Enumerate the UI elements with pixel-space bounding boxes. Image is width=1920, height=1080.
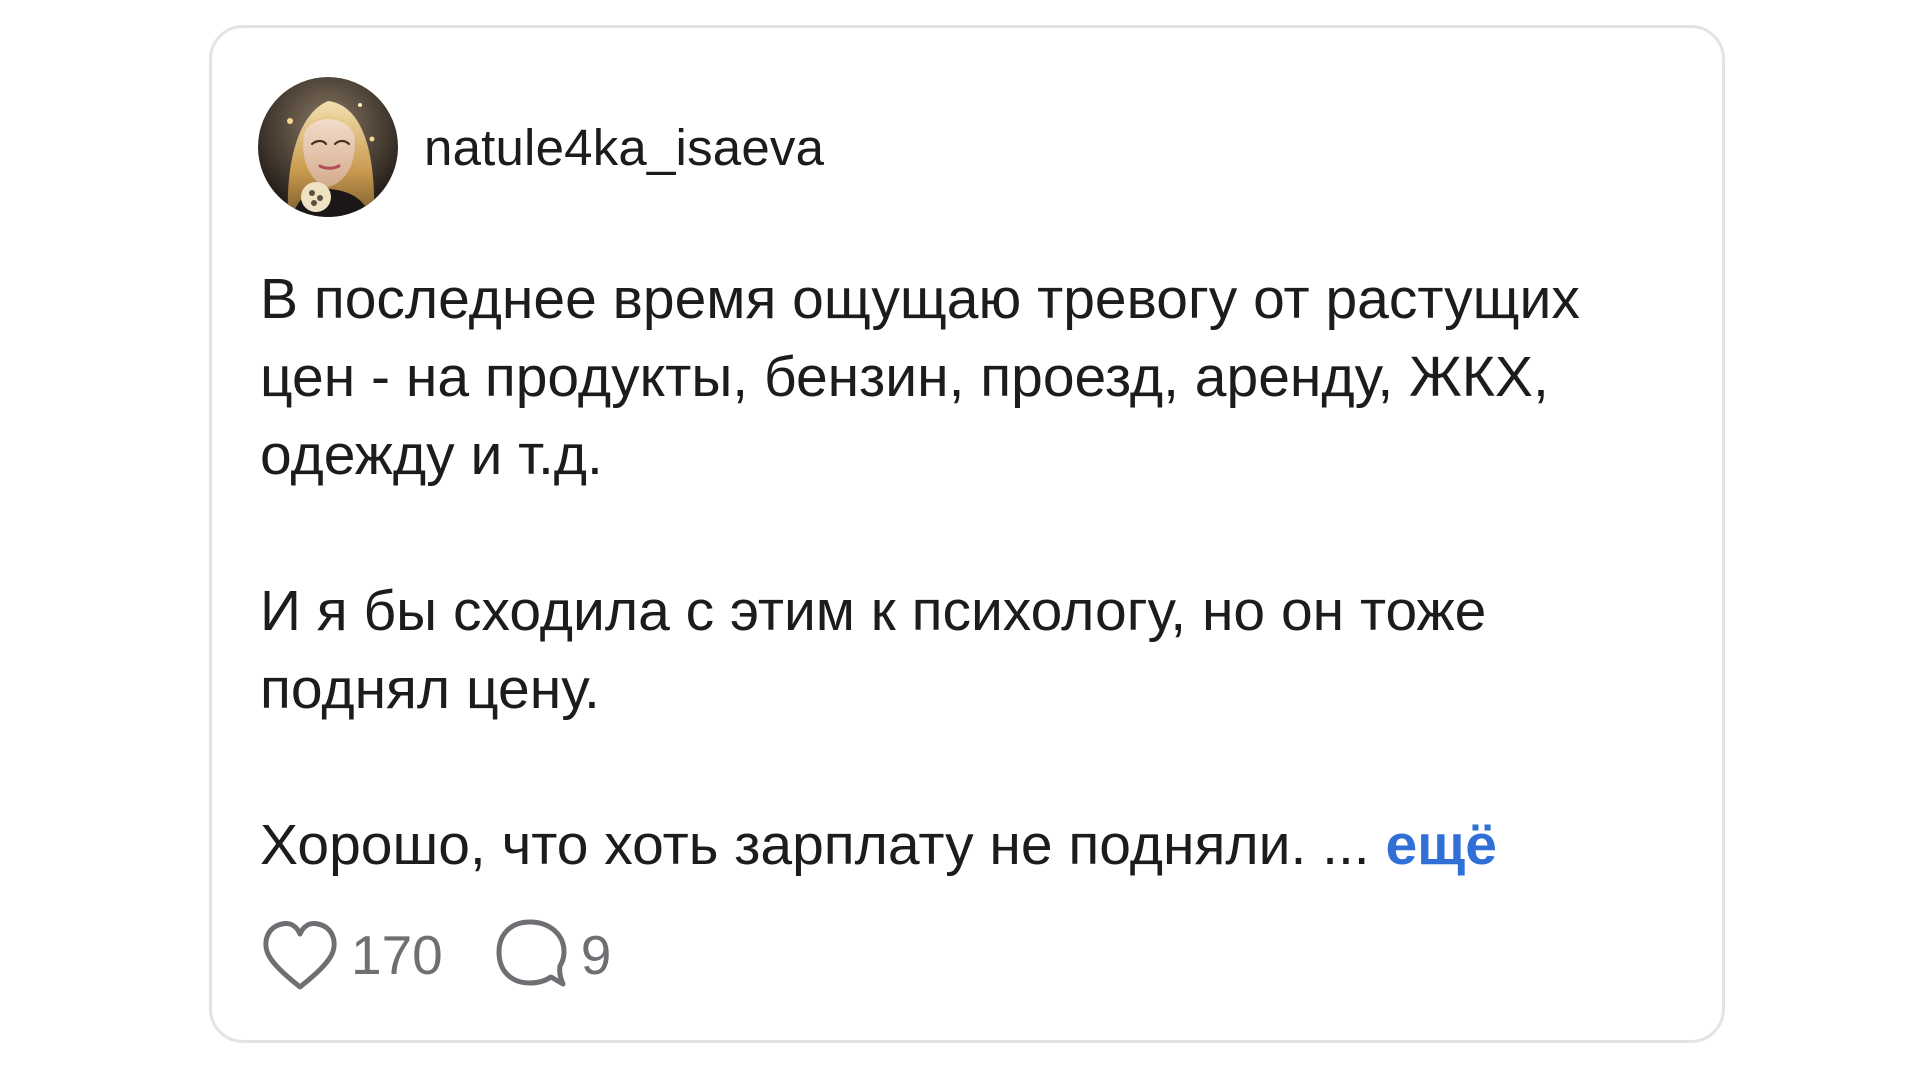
post-paragraph-3: Хорошо, что хоть зарплату не подняли. ..… [260, 806, 1680, 884]
post-text: В последнее время ощущаю тревогу от раст… [260, 260, 1680, 884]
like-count: 170 [351, 923, 443, 986]
avatar[interactable] [258, 77, 398, 217]
post-paragraph-3-text: Хорошо, что хоть зарплату не подняли. ..… [260, 813, 1370, 877]
like-button[interactable]: 170 [257, 912, 443, 998]
comment-button[interactable]: 9 [491, 914, 612, 996]
post-actions: 170 9 [257, 912, 611, 998]
post-card: natule4ka_isaeva В последнее время ощуща… [209, 25, 1725, 1043]
comment-count: 9 [580, 923, 612, 986]
username[interactable]: natule4ka_isaeva [424, 118, 824, 177]
post-paragraph-2: И я бы сходила с этим к психологу, но он… [260, 579, 1487, 721]
post-paragraph-1: В последнее время ощущаю тревогу от раст… [260, 267, 1580, 487]
heart-icon [257, 912, 343, 998]
speech-bubble-icon [491, 914, 573, 996]
post-header: natule4ka_isaeva [258, 77, 824, 217]
more-link[interactable]: ещё [1385, 813, 1497, 877]
